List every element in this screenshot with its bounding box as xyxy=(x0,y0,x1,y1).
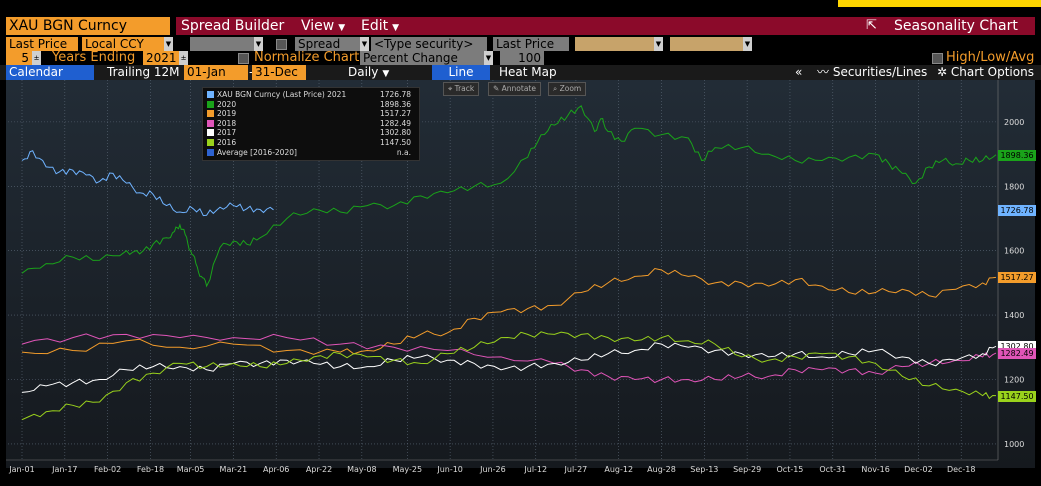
y-tick-label: 1000 xyxy=(1004,440,1024,449)
legend-swatch xyxy=(207,139,214,146)
legend-label: 2016 xyxy=(217,138,237,147)
series-line-2016 xyxy=(21,331,997,421)
end-value-tag: 1898.36 xyxy=(998,149,1036,161)
legend-entry[interactable]: Average [2016-2020] n.a. xyxy=(207,148,417,157)
x-tick-label: Oct-31 xyxy=(819,465,846,474)
x-tick-label: Aug-12 xyxy=(604,465,633,474)
legend-entry[interactable]: XAU BGN Curncy (Last Price) 2021 1726.78 xyxy=(207,90,417,99)
series-line-2018 xyxy=(21,333,997,384)
x-tick-label: Jun-26 xyxy=(479,465,506,474)
series-line-2020 xyxy=(21,105,997,288)
crosshair-icon: ⌖ xyxy=(448,84,455,93)
annotate-button[interactable]: ✎ Annotate xyxy=(488,82,541,96)
legend-value: 1898.36 xyxy=(379,99,411,109)
chart-legend: XAU BGN Curncy (Last Price) 2021 1726.78 2… xyxy=(202,87,420,161)
legend-value: 1282.49 xyxy=(379,118,411,128)
x-tick-label: Feb-02 xyxy=(94,465,121,474)
zoom-icon: ⌕ xyxy=(553,84,560,93)
legend-entry[interactable]: 2017 1302.80 xyxy=(207,128,417,137)
legend-swatch xyxy=(207,100,214,108)
x-tick-label: Jan-01 xyxy=(8,465,34,474)
y-tick-label: 1800 xyxy=(1004,182,1024,191)
legend-swatch xyxy=(207,148,214,156)
legend-entry[interactable]: 2020 1898.36 xyxy=(207,100,417,109)
x-tick-label: Jun-10 xyxy=(436,465,463,474)
x-tick-label: Jan-17 xyxy=(51,465,77,474)
y-tick-label: 1600 xyxy=(1004,247,1024,256)
series-line-2017 xyxy=(21,342,997,393)
x-tick-label: Apr-22 xyxy=(306,465,332,474)
x-tick-label: Jul-12 xyxy=(523,465,547,474)
x-tick-label: May-25 xyxy=(393,465,422,474)
seasonality-chart[interactable]: 2000 1800 1600 1400 1200 1000 Jan-01 Jan-17 Feb-… xyxy=(0,0,1041,486)
x-tick-label: Feb-18 xyxy=(137,465,164,474)
x-tick-label: Sep-13 xyxy=(690,465,718,474)
y-tick-label: 1200 xyxy=(1004,375,1024,384)
legend-label: 2020 xyxy=(217,99,237,109)
legend-label: XAU BGN Curncy (Last Price) 2021 xyxy=(217,90,347,99)
end-value-tag: 1726.78 xyxy=(998,204,1036,216)
zoom-button[interactable]: ⌕ Zoom xyxy=(548,82,587,96)
y-tick-label: 2000 xyxy=(1004,118,1024,127)
x-tick-label: Mar-21 xyxy=(220,465,248,474)
legend-swatch xyxy=(207,129,214,137)
x-tick-label: Dec-02 xyxy=(904,465,933,474)
x-tick-label: May-08 xyxy=(347,465,376,474)
legend-label: 2017 xyxy=(217,128,237,138)
series-line-2019 xyxy=(21,267,997,355)
legend-value: 1726.78 xyxy=(379,90,411,99)
x-tick-label: Mar-05 xyxy=(177,465,205,474)
x-tick-label: Sep-29 xyxy=(733,465,761,474)
x-tick-label: Nov-16 xyxy=(861,465,889,474)
legend-entry[interactable]: 2018 1282.49 xyxy=(207,119,417,128)
legend-value: 1302.80 xyxy=(379,128,411,138)
legend-entry[interactable]: 2016 1147.50 xyxy=(207,138,417,147)
legend-swatch xyxy=(207,91,214,98)
legend-value: 1147.50 xyxy=(379,138,411,147)
end-value-tag: 1282.49 xyxy=(998,347,1036,359)
legend-value: n.a. xyxy=(396,147,411,157)
x-tick-label: Apr-06 xyxy=(263,465,289,474)
x-tick-label: Aug-28 xyxy=(647,465,676,474)
legend-entry[interactable]: 2019 1517.27 xyxy=(207,109,417,118)
x-tick-label: Dec-18 xyxy=(947,465,976,474)
legend-label: Average [2016-2020] xyxy=(217,147,297,157)
x-tick-label: Oct-15 xyxy=(777,465,804,474)
legend-value: 1517.27 xyxy=(379,109,411,119)
legend-swatch xyxy=(207,119,214,127)
legend-label: 2019 xyxy=(217,109,237,119)
end-value-tag: 1517.27 xyxy=(998,272,1036,284)
pencil-icon: ✎ xyxy=(493,84,502,93)
track-button[interactable]: ⌖ Track xyxy=(443,82,480,96)
x-tick-label: Jul-27 xyxy=(564,465,588,474)
legend-label: 2018 xyxy=(217,118,237,128)
y-tick-label: 1400 xyxy=(1004,311,1024,320)
legend-swatch xyxy=(207,110,214,118)
end-value-tag: 1147.50 xyxy=(998,391,1036,403)
